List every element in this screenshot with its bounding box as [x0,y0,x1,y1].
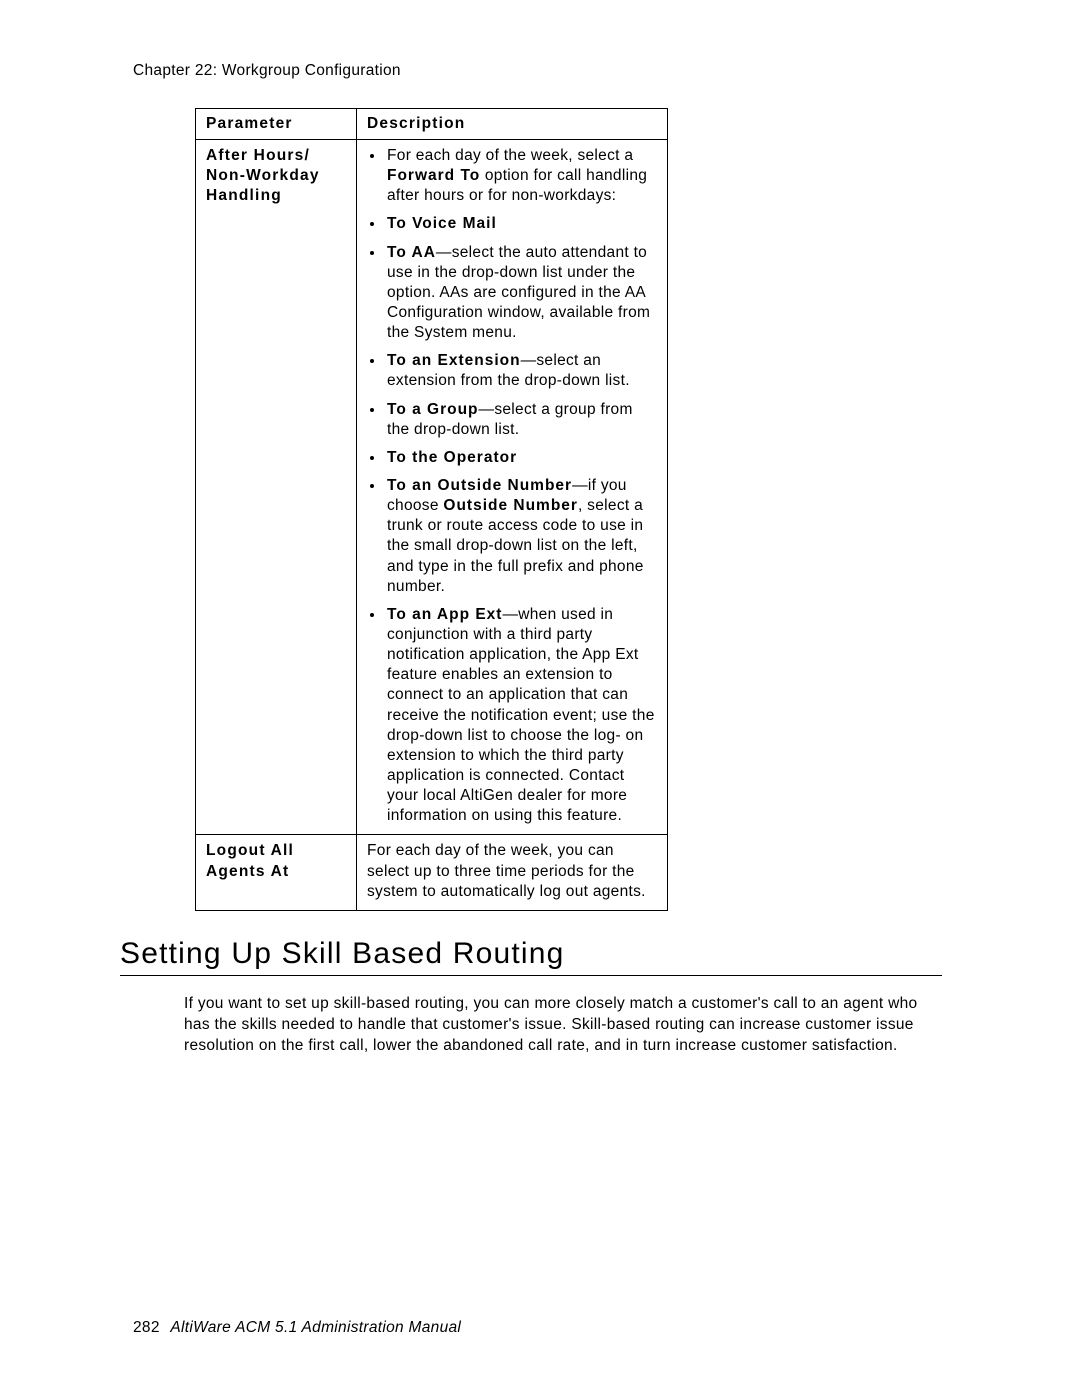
body-paragraph: If you want to set up skill-based routin… [184,994,942,1057]
list-item: To an Extension—select an extension from… [385,351,657,391]
page-container: Chapter 22: Workgroup Configuration Para… [0,0,1080,1397]
list-item: To an Outside Number—if you choose Outsi… [385,476,657,597]
bold-text: To an Extension [387,352,521,369]
bold-text: To an Outside Number [387,477,572,494]
bold-text: To an App Ext [387,606,502,623]
list-item: To Voice Mail [385,214,657,234]
bold-text: To a Group [387,401,479,418]
page-footer: 282 AltiWare ACM 5.1 Administration Manu… [133,1319,461,1337]
param-name: After Hours/ Non-Workday Handling [206,147,320,204]
table-row: Logout All Agents At For each day of the… [196,835,668,910]
param-name: Logout All Agents At [206,842,294,879]
col-header-parameter: Parameter [196,109,357,140]
bold-text: To the Operator [387,449,517,466]
chapter-header: Chapter 22: Workgroup Configuration [133,62,401,80]
text: —when used in conjunction with a third p… [387,606,655,824]
content-area: Parameter Description After Hours/ Non-W… [120,108,942,1057]
cell-parameter: After Hours/ Non-Workday Handling [196,140,357,835]
list-item: To a Group—select a group from the drop-… [385,400,657,440]
bold-text: Forward To [387,167,480,184]
list-item: To the Operator [385,448,657,468]
col-header-description: Description [357,109,668,140]
table-header-row: Parameter Description [196,109,668,140]
list-item: To AA—select the auto attendant to use i… [385,243,657,344]
description-list: For each day of the week, select a Forwa… [367,146,657,826]
cell-description: For each day of the week, select a Forwa… [357,140,668,835]
bold-text: Outside Number [443,497,578,514]
cell-description: For each day of the week, you can select… [357,835,668,910]
table-row: After Hours/ Non-Workday Handling For ea… [196,140,668,835]
cell-parameter: Logout All Agents At [196,835,357,910]
parameter-table: Parameter Description After Hours/ Non-W… [195,108,668,911]
description-text: For each day of the week, you can select… [367,841,657,901]
list-item: To an App Ext—when used in conjunction w… [385,605,657,827]
bold-text: To AA [387,244,436,261]
bold-text: To Voice Mail [387,215,497,232]
manual-title: AltiWare ACM 5.1 Administration Manual [170,1319,461,1336]
text: For each day of the week, select a [387,147,633,164]
section-heading: Setting Up Skill Based Routing [120,937,942,976]
list-item: For each day of the week, select a Forwa… [385,146,657,206]
page-number: 282 [133,1319,160,1336]
